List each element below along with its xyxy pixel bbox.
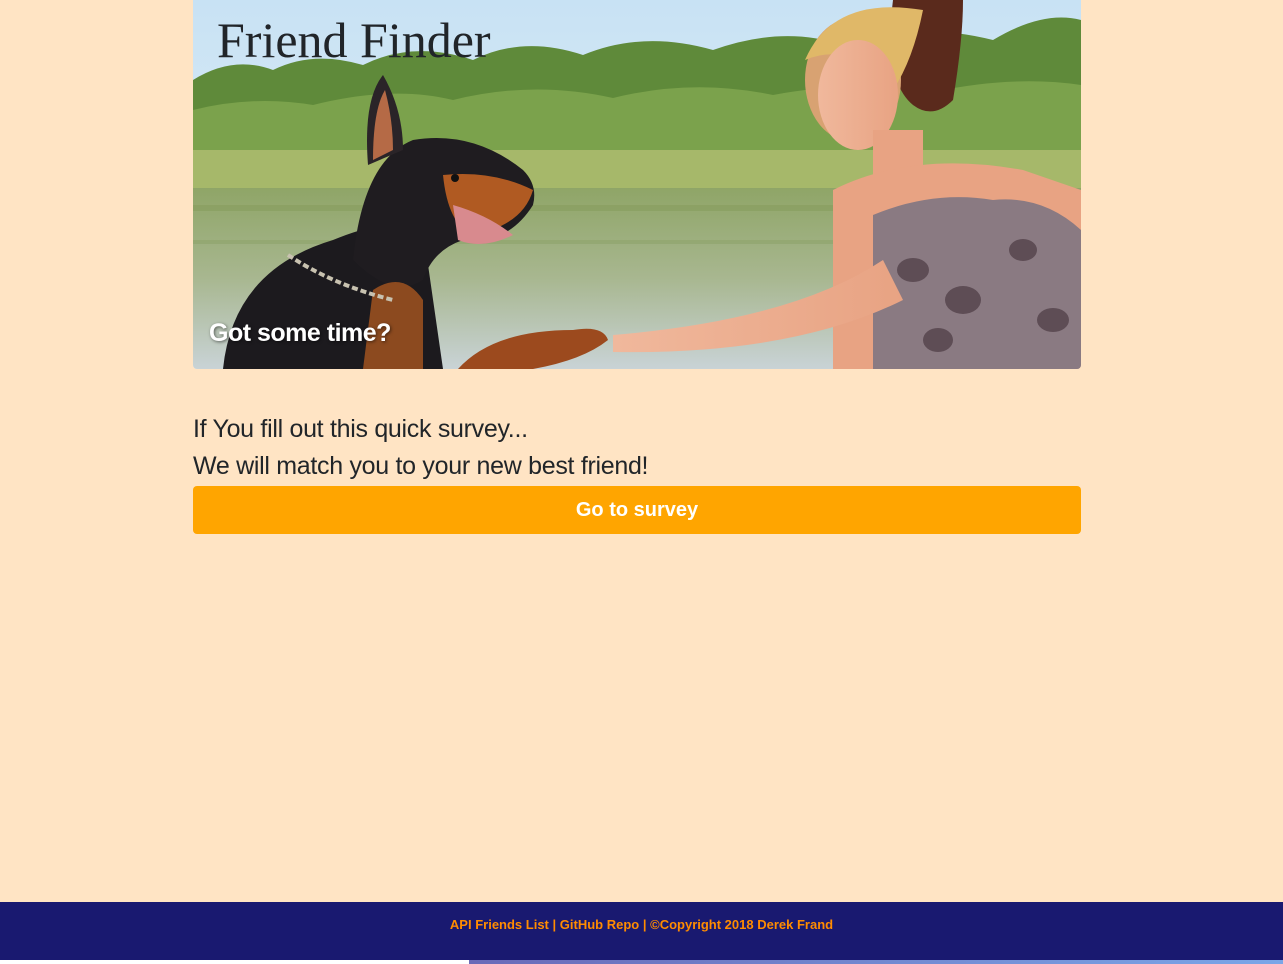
- hero-banner: Friend Finder Got some time?: [193, 0, 1081, 369]
- survey-pitch-line-2: We will match you to your new best frien…: [193, 452, 649, 480]
- main-container: Friend Finder Got some time? If You fill…: [193, 0, 1081, 534]
- footer-links: API Friends List | GitHub Repo | ©Copyri…: [0, 916, 1283, 934]
- github-repo-link[interactable]: GitHub Repo: [560, 917, 639, 932]
- bottom-edge-right: [469, 960, 1283, 964]
- copyright-text: ©Copyright 2018 Derek Frand: [650, 917, 834, 932]
- go-to-survey-button[interactable]: Go to survey: [193, 486, 1081, 534]
- footer-separator: |: [552, 917, 557, 932]
- survey-pitch-line-1: If You fill out this quick survey...: [193, 415, 528, 443]
- hero-tagline: Got some time?: [209, 319, 391, 347]
- bottom-edge-left: [0, 960, 469, 964]
- footer-separator: |: [642, 917, 647, 932]
- page-title: Friend Finder: [217, 12, 491, 68]
- footer: API Friends List | GitHub Repo | ©Copyri…: [0, 902, 1283, 960]
- api-friends-list-link[interactable]: API Friends List: [450, 917, 549, 932]
